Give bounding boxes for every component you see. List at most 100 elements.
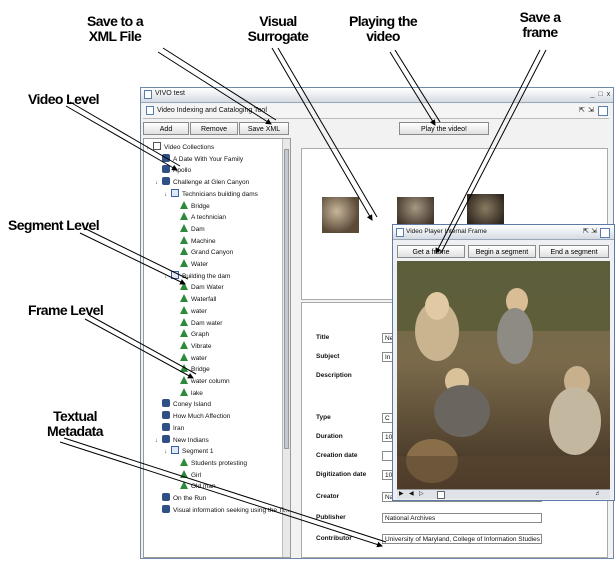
tree-item[interactable]: ↓ Video Collections bbox=[146, 142, 214, 152]
callout-segment-level: Segment Level bbox=[8, 217, 100, 233]
tree-item[interactable]: Students protesting bbox=[173, 457, 247, 468]
tree-item[interactable]: Graph bbox=[173, 329, 209, 339]
tree-item-label: Bridge bbox=[191, 202, 210, 210]
metadata-field[interactable]: University of Maryland, College of Infor… bbox=[382, 534, 542, 544]
video-control-bar[interactable]: ▶ ◀ ▷ ♬ bbox=[397, 489, 610, 499]
tree-item[interactable]: ↓ Building the dam bbox=[164, 270, 230, 282]
video-display[interactable] bbox=[397, 261, 610, 489]
callout-textual-metadata-line1: Textual bbox=[53, 408, 97, 424]
close-icon[interactable] bbox=[600, 228, 610, 238]
tree-item[interactable]: ↓ Challenge at Glen Canyon bbox=[155, 177, 249, 187]
tree-item-label: water bbox=[191, 307, 207, 315]
tree-item[interactable]: Visual information seeking using the Ti.… bbox=[155, 504, 289, 515]
add-button[interactable]: Add bbox=[143, 122, 189, 135]
tree-item[interactable]: water column bbox=[173, 376, 230, 386]
callout-save-xml: Save to a XML File bbox=[75, 14, 155, 44]
tree-item[interactable]: Apollo bbox=[155, 165, 191, 175]
tree-item-label: How Much Affection bbox=[173, 413, 231, 421]
tree-expander-icon[interactable]: ↓ bbox=[155, 178, 162, 188]
tree-item[interactable]: Coney Island bbox=[155, 399, 211, 409]
tree-item[interactable]: A technician bbox=[173, 212, 226, 222]
tree-item[interactable]: water bbox=[173, 305, 207, 316]
tree-expander-icon[interactable]: ↓ bbox=[164, 447, 171, 457]
maximize-inner-icon[interactable]: ⇲ bbox=[588, 106, 594, 114]
metadata-label: Publisher bbox=[316, 514, 346, 521]
play-icon[interactable]: ▶ bbox=[399, 490, 404, 499]
keyframe-thumbnail[interactable] bbox=[322, 197, 359, 233]
frame-icon bbox=[180, 305, 188, 314]
tree-item[interactable]: lake bbox=[173, 387, 203, 398]
tree-item-label: water bbox=[191, 354, 207, 362]
tree-item[interactable]: Iran bbox=[155, 422, 184, 433]
tree-expander-icon[interactable]: ↓ bbox=[155, 436, 162, 446]
tree-item[interactable]: Bridge bbox=[173, 364, 210, 374]
tree-item[interactable]: A Date With Your Family bbox=[155, 153, 243, 164]
close-inner-icon[interactable] bbox=[598, 106, 608, 116]
end-segment-button[interactable]: End a segment bbox=[539, 245, 609, 258]
tree-item[interactable]: Dam water bbox=[173, 317, 222, 328]
begin-segment-button[interactable]: Begin a segment bbox=[468, 245, 536, 258]
tree-expander-icon[interactable]: ↓ bbox=[164, 190, 171, 200]
metadata-field[interactable]: National Archives bbox=[382, 513, 542, 523]
tree-expander-icon[interactable]: ↓ bbox=[164, 272, 171, 282]
frame-icon-doc bbox=[146, 106, 154, 115]
segment-icon bbox=[171, 270, 179, 279]
callout-save-frame-line1: Save a bbox=[519, 9, 561, 25]
video-collection-tree[interactable]: ↓ Video Collections A Date With Your Famil… bbox=[143, 138, 291, 558]
tree-item[interactable]: ↓ Segment 1 bbox=[164, 446, 213, 456]
window-titlebar[interactable]: VIVO test _ □ x bbox=[141, 88, 613, 103]
callout-textual-metadata: Textual Metadata bbox=[40, 409, 110, 439]
video-player-frame: Video Player Internal Frame ⇱ ⇲ Get a fr… bbox=[392, 224, 615, 501]
tree-item[interactable]: ↓ Technicians building dams bbox=[164, 188, 258, 200]
tree-item[interactable]: Girl bbox=[173, 469, 201, 480]
tree-item[interactable]: Dam Water bbox=[173, 282, 224, 292]
save-xml-button[interactable]: Save XML bbox=[239, 122, 289, 135]
restore-icon[interactable]: ⇱ bbox=[579, 106, 585, 114]
tree-item[interactable]: How Much Affection bbox=[155, 411, 230, 421]
tree-scrollbar[interactable] bbox=[282, 139, 290, 557]
tree-scrollbar-thumb[interactable] bbox=[284, 149, 289, 449]
tree-item-label: Apollo bbox=[173, 167, 192, 175]
inner-frame-title: Video Indexing and Cataloging Tool bbox=[157, 107, 267, 114]
film-icon bbox=[162, 399, 170, 408]
maximize-icon[interactable]: ⇲ bbox=[591, 227, 597, 235]
close-icon[interactable]: x bbox=[604, 90, 613, 99]
folder-icon bbox=[153, 142, 161, 150]
callout-visual-surrogate-line2: Surrogate bbox=[247, 28, 309, 44]
step-back-icon[interactable]: ◀ bbox=[409, 490, 414, 499]
tree-item-label: Old man bbox=[191, 483, 216, 491]
tree-item[interactable]: ↓ New Indians bbox=[155, 434, 209, 446]
step-forward-icon[interactable]: ▷ bbox=[419, 490, 424, 499]
tree-item[interactable]: Old man bbox=[173, 481, 216, 491]
tree-item-label: water column bbox=[191, 378, 230, 385]
tree-item[interactable]: Dam bbox=[173, 223, 205, 234]
tree-item[interactable]: Machine bbox=[173, 235, 216, 246]
tree-item[interactable]: Waterfall bbox=[173, 294, 216, 304]
get-frame-button[interactable]: Get a frame bbox=[397, 245, 465, 258]
tree-item-label: Dam Water bbox=[191, 284, 224, 292]
callout-frame-level: Frame Level bbox=[28, 302, 104, 318]
inner-frame-titlebar[interactable]: Video Indexing and Cataloging Tool ⇱ ⇲ bbox=[143, 104, 609, 119]
restore-icon[interactable]: ⇱ bbox=[583, 227, 589, 235]
frame-icon bbox=[180, 469, 188, 478]
tree-item-label: New Indians bbox=[173, 436, 209, 444]
volume-icon[interactable]: ♬ bbox=[595, 490, 601, 499]
timeline-slider[interactable] bbox=[437, 491, 445, 499]
metadata-label: Title bbox=[316, 334, 330, 341]
metadata-label: Type bbox=[316, 414, 331, 421]
video-player-titlebar[interactable]: Video Player Internal Frame ⇱ ⇲ bbox=[393, 225, 614, 240]
app-icon bbox=[144, 90, 152, 99]
tree-item[interactable]: Grand Canyon bbox=[173, 247, 233, 257]
play-video-button[interactable]: Play the video! bbox=[399, 122, 489, 135]
tree-item[interactable]: Vibrate bbox=[173, 340, 211, 351]
tree-item[interactable]: Bridge bbox=[173, 200, 210, 211]
tree-item-label: Water bbox=[191, 261, 209, 268]
tree-item[interactable]: On the Run bbox=[155, 493, 206, 503]
callout-save-frame: Save a frame bbox=[505, 10, 575, 40]
tree-expander-icon[interactable]: ↓ bbox=[146, 143, 153, 153]
frame-icon bbox=[180, 282, 188, 291]
metadata-label: Creation date bbox=[316, 452, 358, 459]
tree-item[interactable]: water bbox=[173, 352, 207, 363]
tree-item[interactable]: Water bbox=[173, 259, 208, 269]
remove-button[interactable]: Remove bbox=[190, 122, 238, 135]
